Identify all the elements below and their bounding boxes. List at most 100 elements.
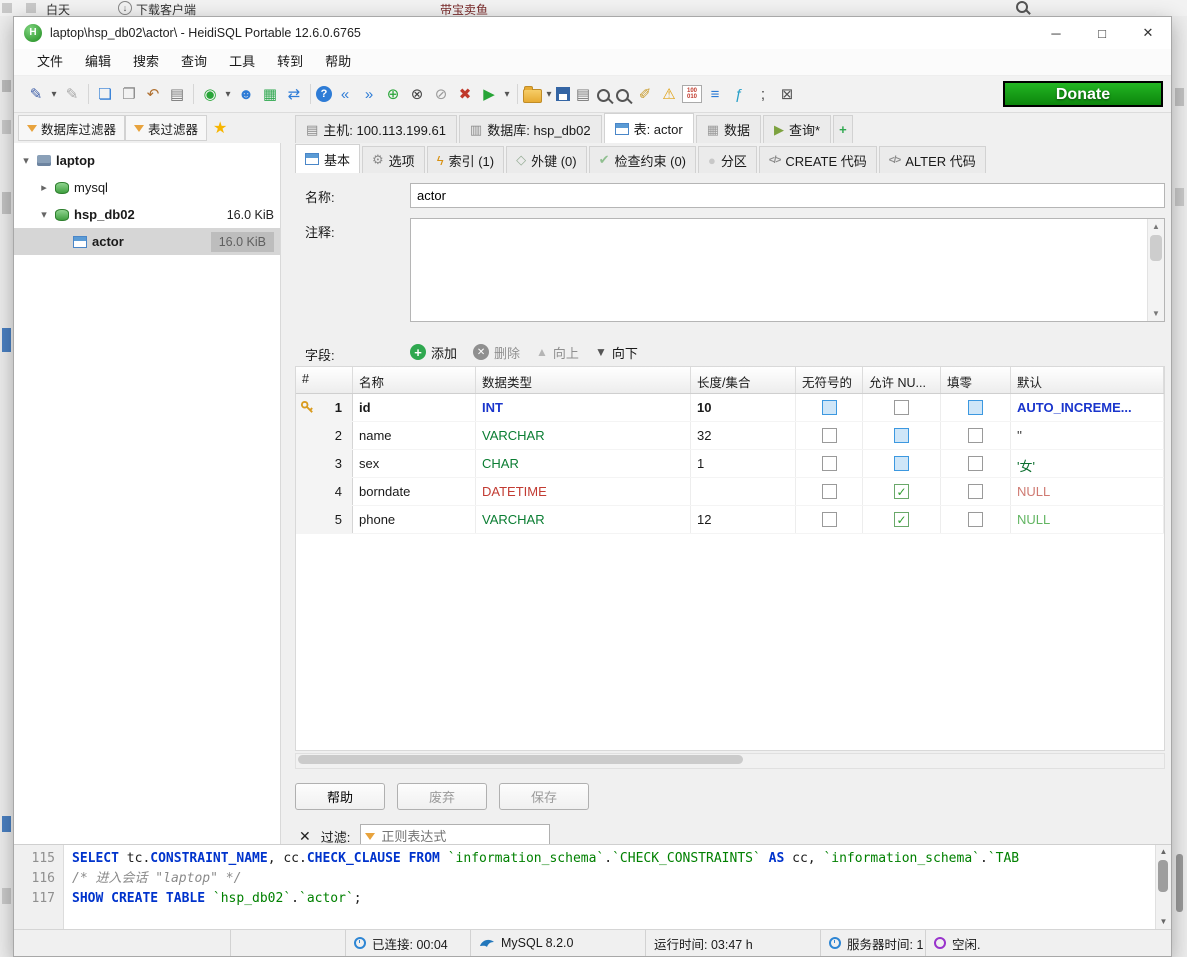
tab-host[interactable]: ▤主机: 100.113.199.61 <box>295 115 457 143</box>
fields-plus-button[interactable]: +添加 <box>410 343 457 362</box>
field-type-cell[interactable]: INT <box>476 394 691 421</box>
chevron-right-icon[interactable]: ▸ <box>38 181 50 194</box>
discard-button[interactable]: 废弃 <box>397 783 487 810</box>
allow_null-cell[interactable]: ✓ <box>863 478 941 505</box>
subtab-foreign-keys[interactable]: ◇外键 (0) <box>506 146 587 173</box>
print-results-icon[interactable]: ▤ <box>572 83 594 105</box>
comment-textarea[interactable] <box>411 219 1146 321</box>
scroll-thumb[interactable] <box>1150 235 1162 261</box>
field-type-cell[interactable]: DATETIME <box>476 478 691 505</box>
allow_null-cell[interactable] <box>863 394 941 421</box>
allow_null-checkbox[interactable] <box>894 400 909 415</box>
allow_null-checkbox[interactable]: ✓ <box>894 512 909 527</box>
donate-button[interactable]: Donate <box>1003 81 1163 107</box>
field-default-cell[interactable]: '' <box>1011 422 1164 449</box>
unsigned-cell[interactable] <box>796 506 863 533</box>
subtab-check-constraints[interactable]: ✔检查约束 (0) <box>589 146 696 173</box>
allow_null-cell[interactable] <box>863 422 941 449</box>
unsigned-cell[interactable] <box>796 450 863 477</box>
menu-item[interactable]: 转到 <box>266 49 314 75</box>
field-length-cell[interactable]: 32 <box>691 422 796 449</box>
field-length-cell[interactable]: 10 <box>691 394 796 421</box>
indent-icon[interactable]: ≡ <box>704 83 726 105</box>
tab-new-query[interactable]: + <box>833 115 853 143</box>
cancel-edit-icon[interactable]: ✖ <box>454 83 476 105</box>
scroll-thumb[interactable] <box>298 755 743 764</box>
tree-item-actor[interactable]: actor16.0 KiB <box>14 228 280 255</box>
subtab-options[interactable]: ⚙选项 <box>362 146 425 173</box>
zerofill-cell[interactable] <box>941 506 1011 533</box>
find-again-icon[interactable] <box>616 89 629 102</box>
delete-record-icon[interactable]: ⊗ <box>406 83 428 105</box>
caret-down-icon[interactable]: ▾ <box>49 83 59 105</box>
snippets-icon[interactable]: ƒ <box>728 83 750 105</box>
tree-item-laptop[interactable]: ▾laptop <box>14 147 280 174</box>
table-row[interactable]: 1idINT10AUTO_INCREME... <box>296 394 1164 422</box>
scroll-up-icon[interactable]: ▲ <box>1156 845 1171 859</box>
binary-view-icon[interactable]: 100010 <box>682 85 702 103</box>
caret-down-icon[interactable]: ▾ <box>223 83 233 105</box>
field-type-cell[interactable]: CHAR <box>476 450 691 477</box>
unsigned-checkbox[interactable] <box>822 484 837 499</box>
favorites-star-icon[interactable]: ★ <box>213 118 227 138</box>
undo-icon[interactable]: ↶ <box>142 83 164 105</box>
unsigned-checkbox[interactable] <box>822 456 837 471</box>
tab-query[interactable]: ▶查询* <box>763 115 831 143</box>
post-record-icon[interactable]: ⊘ <box>430 83 452 105</box>
field-length-cell[interactable]: 12 <box>691 506 796 533</box>
close-tab-icon[interactable]: ⊠ <box>776 83 798 105</box>
close-button[interactable]: ✕ <box>1125 17 1171 49</box>
help-icon[interactable]: ? <box>316 86 332 102</box>
allow_null-cell[interactable]: ✓ <box>863 506 941 533</box>
scroll-up-icon[interactable]: ▲ <box>1148 219 1164 234</box>
field-length-cell[interactable]: 1 <box>691 450 796 477</box>
table-row[interactable]: 4borndateDATETIME✓NULL <box>296 478 1164 506</box>
bulk-edit-icon[interactable]: ⇄ <box>283 83 305 105</box>
semicolon-icon[interactable]: ; <box>752 83 774 105</box>
save-button[interactable]: 保存 <box>499 783 589 810</box>
allow_null-cell[interactable] <box>863 450 941 477</box>
maximize-button[interactable]: □ <box>1079 17 1125 49</box>
menu-item[interactable]: 文件 <box>26 49 74 75</box>
tab-table[interactable]: 表: actor <box>604 113 694 143</box>
user-manager-icon[interactable]: ☻ <box>235 83 257 105</box>
menu-item[interactable]: 工具 <box>218 49 266 75</box>
zerofill-checkbox[interactable] <box>968 456 983 471</box>
help-button[interactable]: 帮助 <box>295 783 385 810</box>
zerofill-cell[interactable] <box>941 422 1011 449</box>
unsigned-cell[interactable] <box>796 422 863 449</box>
zerofill-cell[interactable] <box>941 478 1011 505</box>
field-default-cell[interactable]: NULL <box>1011 506 1164 533</box>
zerofill-cell[interactable] <box>941 450 1011 477</box>
table-row[interactable]: 2nameVARCHAR32'' <box>296 422 1164 450</box>
comment-scrollbar[interactable]: ▲ ▼ <box>1147 219 1164 321</box>
scroll-down-icon[interactable]: ▼ <box>1156 915 1171 929</box>
menu-item[interactable]: 编辑 <box>74 49 122 75</box>
horizontal-scrollbar[interactable] <box>295 753 1165 769</box>
tab-database[interactable]: ▥数据库: hsp_db02 <box>459 115 602 143</box>
export-database-icon[interactable]: ▦ <box>259 83 281 105</box>
unsigned-cell[interactable] <box>796 394 863 421</box>
close-filter-button[interactable]: ✕ <box>295 828 311 845</box>
subtab-create-code[interactable]: </>CREATE 代码 <box>759 146 877 173</box>
table-row[interactable]: 3sexCHAR1'女' <box>296 450 1164 478</box>
field-type-cell[interactable]: VARCHAR <box>476 506 691 533</box>
field-length-cell[interactable] <box>691 478 796 505</box>
field-default-cell[interactable]: AUTO_INCREME... <box>1011 394 1164 421</box>
tree-item-hsp_db02[interactable]: ▾hsp_db0216.0 KiB <box>14 201 280 228</box>
allow_null-checkbox[interactable] <box>894 456 909 471</box>
zerofill-checkbox[interactable] <box>968 428 983 443</box>
scroll-down-icon[interactable]: ▼ <box>1148 306 1164 321</box>
unsigned-cell[interactable] <box>796 478 863 505</box>
field-name-cell[interactable]: id <box>353 394 476 421</box>
subtab-basic[interactable]: 基本 <box>295 144 360 173</box>
field-type-cell[interactable]: VARCHAR <box>476 422 691 449</box>
field-name-cell[interactable]: name <box>353 422 476 449</box>
save-file-icon[interactable] <box>556 87 570 101</box>
find-icon[interactable] <box>597 89 610 102</box>
disconnect-icon[interactable]: ◉ <box>199 83 221 105</box>
caret-down-icon[interactable]: ▾ <box>502 83 512 105</box>
zerofill-checkbox[interactable] <box>968 400 983 415</box>
sql-log-scrollbar[interactable]: ▲ ▼ <box>1155 845 1171 929</box>
tree-item-mysql[interactable]: ▸mysql <box>14 174 280 201</box>
